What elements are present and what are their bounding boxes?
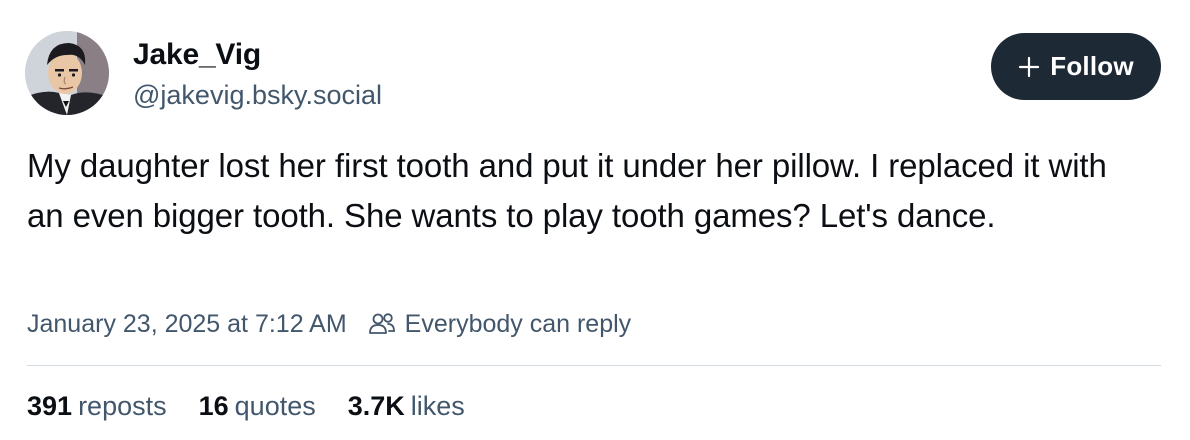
reposts-label: reposts <box>78 390 167 421</box>
post-card: Jake_Vig @jakevig.bsky.social Follow My … <box>0 0 1190 440</box>
reposts-stat[interactable]: 391 reposts <box>27 391 167 422</box>
post-timestamp[interactable]: January 23, 2025 at 7:12 AM <box>27 310 347 339</box>
quotes-stat[interactable]: 16 quotes <box>199 391 316 422</box>
likes-stat[interactable]: 3.7K likes <box>348 391 465 422</box>
reply-setting[interactable]: Everybody can reply <box>405 310 632 339</box>
plus-icon <box>1019 56 1040 77</box>
follow-button-label: Follow <box>1050 51 1134 81</box>
quotes-count: 16 <box>198 390 229 421</box>
reposts-count: 391 <box>27 390 73 421</box>
author-handle[interactable]: @jakevig.bsky.social <box>133 78 382 112</box>
avatar[interactable] <box>25 31 109 115</box>
follow-button[interactable]: Follow <box>991 33 1161 100</box>
likes-count: 3.7K <box>347 390 405 421</box>
likes-label: likes <box>410 390 465 421</box>
cartoon-avatar-icon <box>25 31 109 115</box>
post-text: My daughter lost her first tooth and put… <box>27 147 1107 234</box>
author-display-name[interactable]: Jake_Vig <box>133 37 261 73</box>
post-stats: 391 reposts 16 quotes 3.7K likes <box>27 386 497 426</box>
divider <box>27 365 1161 366</box>
post-meta: January 23, 2025 at 7:12 AM Everybody ca… <box>27 306 631 342</box>
people-icon <box>368 313 395 334</box>
quotes-label: quotes <box>234 390 316 421</box>
